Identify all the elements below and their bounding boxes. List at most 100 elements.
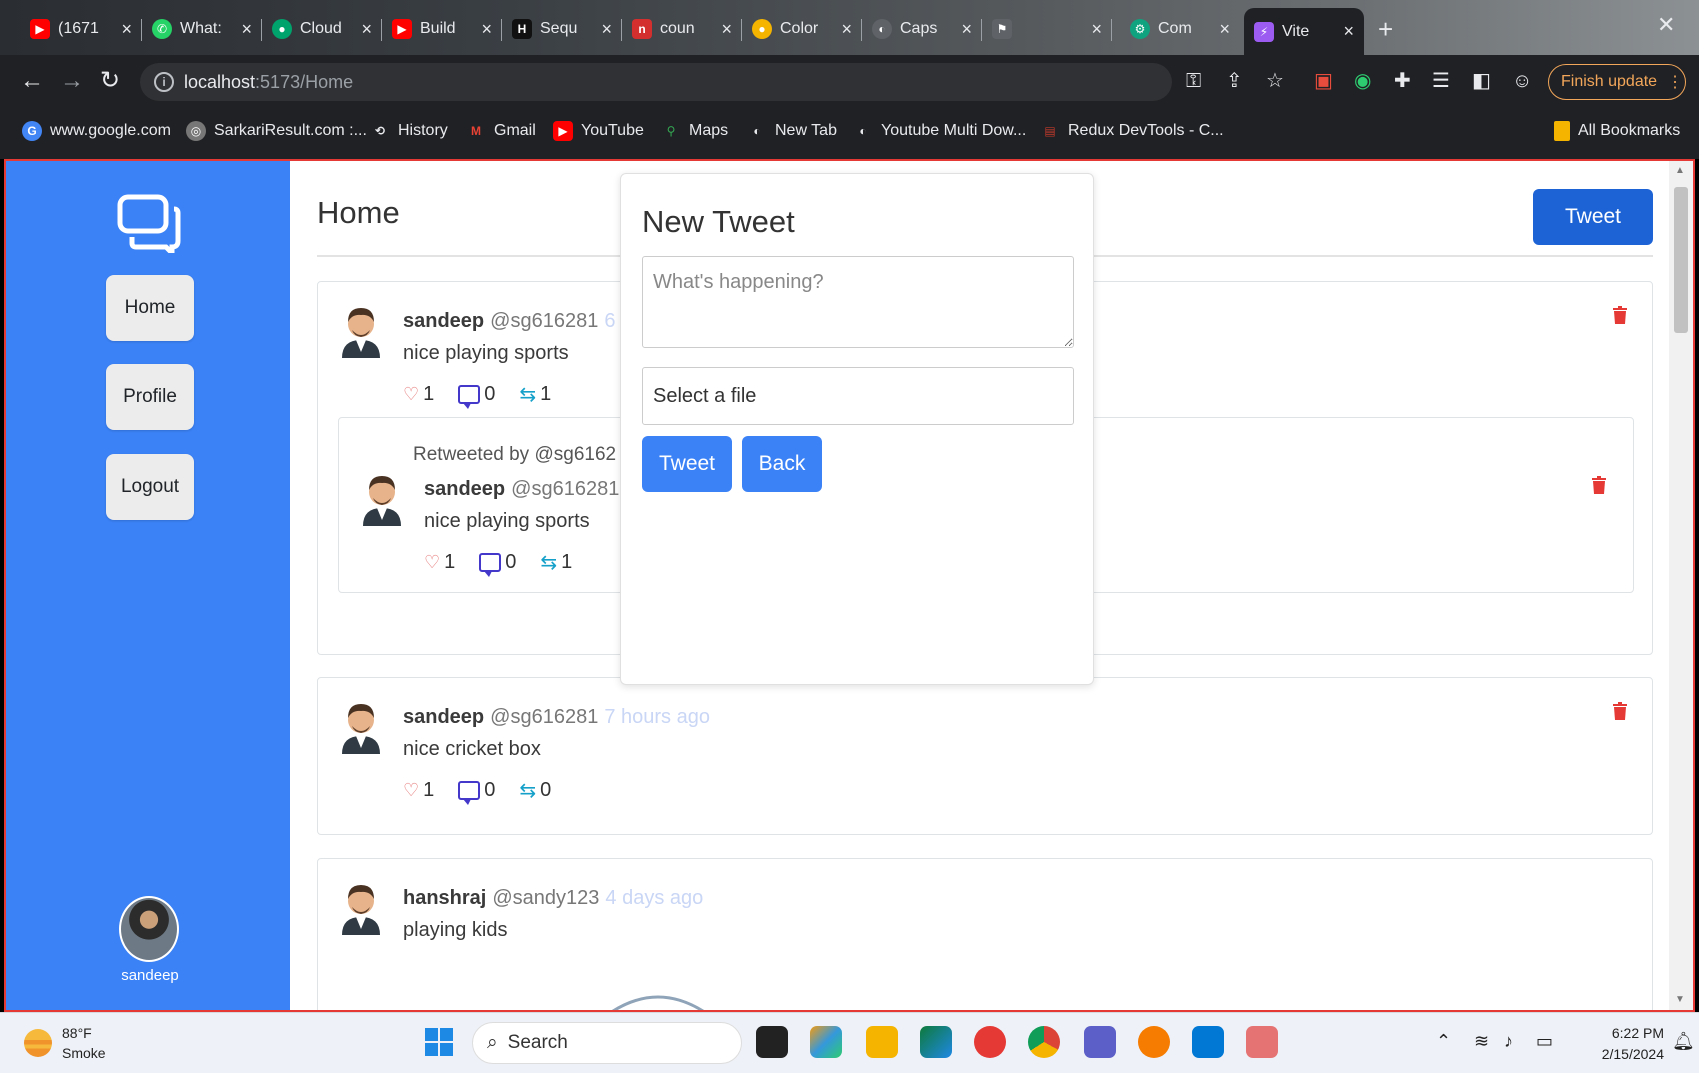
- browser-tab[interactable]: ▶ (1671 ×: [20, 10, 142, 48]
- postman-icon[interactable]: [1138, 1026, 1170, 1058]
- bookmark-gmail[interactable]: M Gmail: [466, 121, 536, 141]
- taskbar: 88°F Smoke ⌕ Search ⌃ ≋ ♪ ▭ 6:22 PM 2/15…: [0, 1012, 1699, 1073]
- retweet-button[interactable]: ⇆ 1: [540, 550, 572, 575]
- chevron-up-icon[interactable]: ⌃: [1436, 1031, 1451, 1052]
- password-key-icon[interactable]: ⚿: [1186, 69, 1201, 93]
- close-tab-icon[interactable]: ×: [841, 19, 852, 40]
- share-icon[interactable]: ⇪: [1226, 69, 1243, 93]
- taskbar-search[interactable]: ⌕ Search: [472, 1022, 742, 1064]
- teams-icon[interactable]: [1084, 1026, 1116, 1058]
- browser-tab[interactable]: ● Cloud ×: [262, 10, 382, 48]
- trash-icon[interactable]: [1613, 702, 1627, 720]
- star-icon[interactable]: ☆: [1266, 69, 1284, 93]
- reading-list-icon[interactable]: ☰: [1432, 69, 1450, 93]
- tweet-author[interactable]: hanshraj @sandy123 4 days ago: [403, 887, 703, 910]
- weather-widget[interactable]: 88°F Smoke: [24, 1023, 106, 1063]
- back-arrow-icon[interactable]: ←: [20, 67, 44, 95]
- comment-button[interactable]: 0: [458, 383, 495, 409]
- comment-button[interactable]: 0: [458, 779, 495, 805]
- puzzle-icon[interactable]: ✚: [1394, 69, 1411, 93]
- bookmark-redux[interactable]: ▤ Redux DevTools - C...: [1040, 121, 1223, 141]
- notification-bell-icon[interactable]: 🔔︎: [1672, 1031, 1695, 1052]
- close-tab-icon[interactable]: ×: [1219, 19, 1230, 40]
- sidebar-item-logout[interactable]: Logout: [106, 454, 194, 520]
- bookmark-history[interactable]: ⟲ History: [370, 121, 448, 141]
- like-button[interactable]: ♡ 1: [403, 779, 434, 802]
- like-button[interactable]: ♡ 1: [424, 551, 455, 574]
- bookmark-maps[interactable]: ⚲ Maps: [661, 121, 729, 141]
- browser-tab[interactable]: ⚙ Com ×: [1120, 10, 1240, 48]
- close-tab-icon[interactable]: ×: [361, 19, 372, 40]
- close-tab-icon[interactable]: ×: [1343, 21, 1354, 42]
- browser-tab[interactable]: ✆ What: ×: [142, 10, 262, 48]
- close-tab-icon[interactable]: ×: [121, 19, 132, 40]
- chrome-icon[interactable]: [1028, 1026, 1060, 1058]
- browser-tab-active[interactable]: ⚡ Vite ×: [1244, 8, 1364, 55]
- close-tab-icon[interactable]: ×: [961, 19, 972, 40]
- bookmark-youtube[interactable]: ▶ YouTube: [553, 121, 644, 141]
- bookmark-sarkari[interactable]: ◎ SarkariResult.com :...: [186, 121, 367, 141]
- tweet-button[interactable]: Tweet: [1533, 189, 1653, 245]
- all-bookmarks[interactable]: All Bookmarks: [1554, 121, 1680, 141]
- file-input[interactable]: Select a file: [642, 367, 1074, 425]
- extension-icon[interactable]: ▣: [1314, 69, 1333, 93]
- close-tab-icon[interactable]: ×: [241, 19, 252, 40]
- profile-avatar-icon[interactable]: ☺: [1512, 69, 1532, 93]
- scrollbar-thumb[interactable]: [1674, 187, 1688, 333]
- new-tab-icon[interactable]: +: [1378, 14, 1393, 45]
- close-tab-icon[interactable]: ×: [601, 19, 612, 40]
- retweet-icon: ⇆: [519, 384, 537, 406]
- extension-icon[interactable]: ◉: [1354, 69, 1371, 93]
- finish-update-button[interactable]: Finish update ⋮: [1548, 64, 1686, 100]
- bookmark-google[interactable]: G www.google.com: [22, 121, 171, 141]
- scroll-up-icon[interactable]: ▲: [1675, 165, 1685, 176]
- browser-tab[interactable]: ◐ Caps ×: [862, 10, 982, 48]
- browser-tab[interactable]: n coun ×: [622, 10, 742, 48]
- task-view-icon[interactable]: [756, 1026, 788, 1058]
- modal-back-button[interactable]: Back: [742, 436, 822, 492]
- modal-tweet-button[interactable]: Tweet: [642, 436, 732, 492]
- bookmark-new-tab[interactable]: ◐ New Tab: [747, 121, 837, 141]
- retweet-button[interactable]: ⇆ 1: [519, 382, 551, 407]
- reload-icon[interactable]: ↻: [100, 67, 120, 95]
- windows-start-icon[interactable]: [425, 1028, 453, 1056]
- office-icon[interactable]: [974, 1026, 1006, 1058]
- close-tab-icon[interactable]: ×: [481, 19, 492, 40]
- page-scrollbar[interactable]: ▲ ▼: [1669, 161, 1693, 1010]
- avatar[interactable]: [119, 896, 179, 962]
- tweet-content: nice cricket box: [403, 738, 541, 760]
- tweet-author[interactable]: sandeep @sg616281 6: [403, 310, 615, 333]
- close-tab-icon[interactable]: ×: [721, 19, 732, 40]
- side-panel-icon[interactable]: ◧: [1472, 69, 1491, 93]
- browser-tab[interactable]: ▶ Build ×: [382, 10, 502, 48]
- battery-icon[interactable]: ▭: [1536, 1031, 1553, 1052]
- trash-icon[interactable]: [1592, 476, 1606, 494]
- browser-tab[interactable]: ⚑ ×: [982, 10, 1112, 48]
- forward-arrow-icon[interactable]: →: [60, 67, 84, 95]
- close-tab-icon[interactable]: ×: [1091, 19, 1102, 40]
- volume-icon[interactable]: ♪: [1504, 1031, 1513, 1052]
- app-icon[interactable]: [1246, 1026, 1278, 1058]
- retweet-button[interactable]: ⇆ 0: [519, 778, 551, 803]
- file-explorer-icon[interactable]: [866, 1026, 898, 1058]
- trash-icon[interactable]: [1613, 306, 1627, 324]
- address-bar[interactable]: i localhost:5173/Home: [140, 63, 1172, 101]
- tweet-textarea[interactable]: [642, 256, 1074, 348]
- edge-icon[interactable]: [920, 1026, 952, 1058]
- sidebar-item-profile[interactable]: Profile: [106, 364, 194, 430]
- browser-tab[interactable]: H Sequ ×: [502, 10, 622, 48]
- clock[interactable]: 6:22 PM 2/15/2024: [1560, 1023, 1664, 1065]
- bookmark-youtube-multi[interactable]: ◐ Youtube Multi Dow...: [853, 121, 1026, 141]
- tweet-author[interactable]: sandeep @sg616281 7 hours ago: [403, 706, 710, 729]
- vscode-icon[interactable]: [1192, 1026, 1224, 1058]
- like-button[interactable]: ♡ 1: [403, 383, 434, 406]
- comment-button[interactable]: 0: [479, 551, 516, 577]
- scroll-down-icon[interactable]: ▼: [1675, 994, 1685, 1005]
- window-close-icon[interactable]: ✕: [1657, 12, 1675, 38]
- retweet-author[interactable]: sandeep @sg616281: [424, 478, 619, 501]
- sidebar-item-home[interactable]: Home: [106, 275, 194, 341]
- wifi-icon[interactable]: ≋: [1474, 1031, 1489, 1052]
- copilot-icon[interactable]: [810, 1026, 842, 1058]
- browser-tab[interactable]: ● Color ×: [742, 10, 862, 48]
- site-info-icon[interactable]: i: [154, 72, 174, 92]
